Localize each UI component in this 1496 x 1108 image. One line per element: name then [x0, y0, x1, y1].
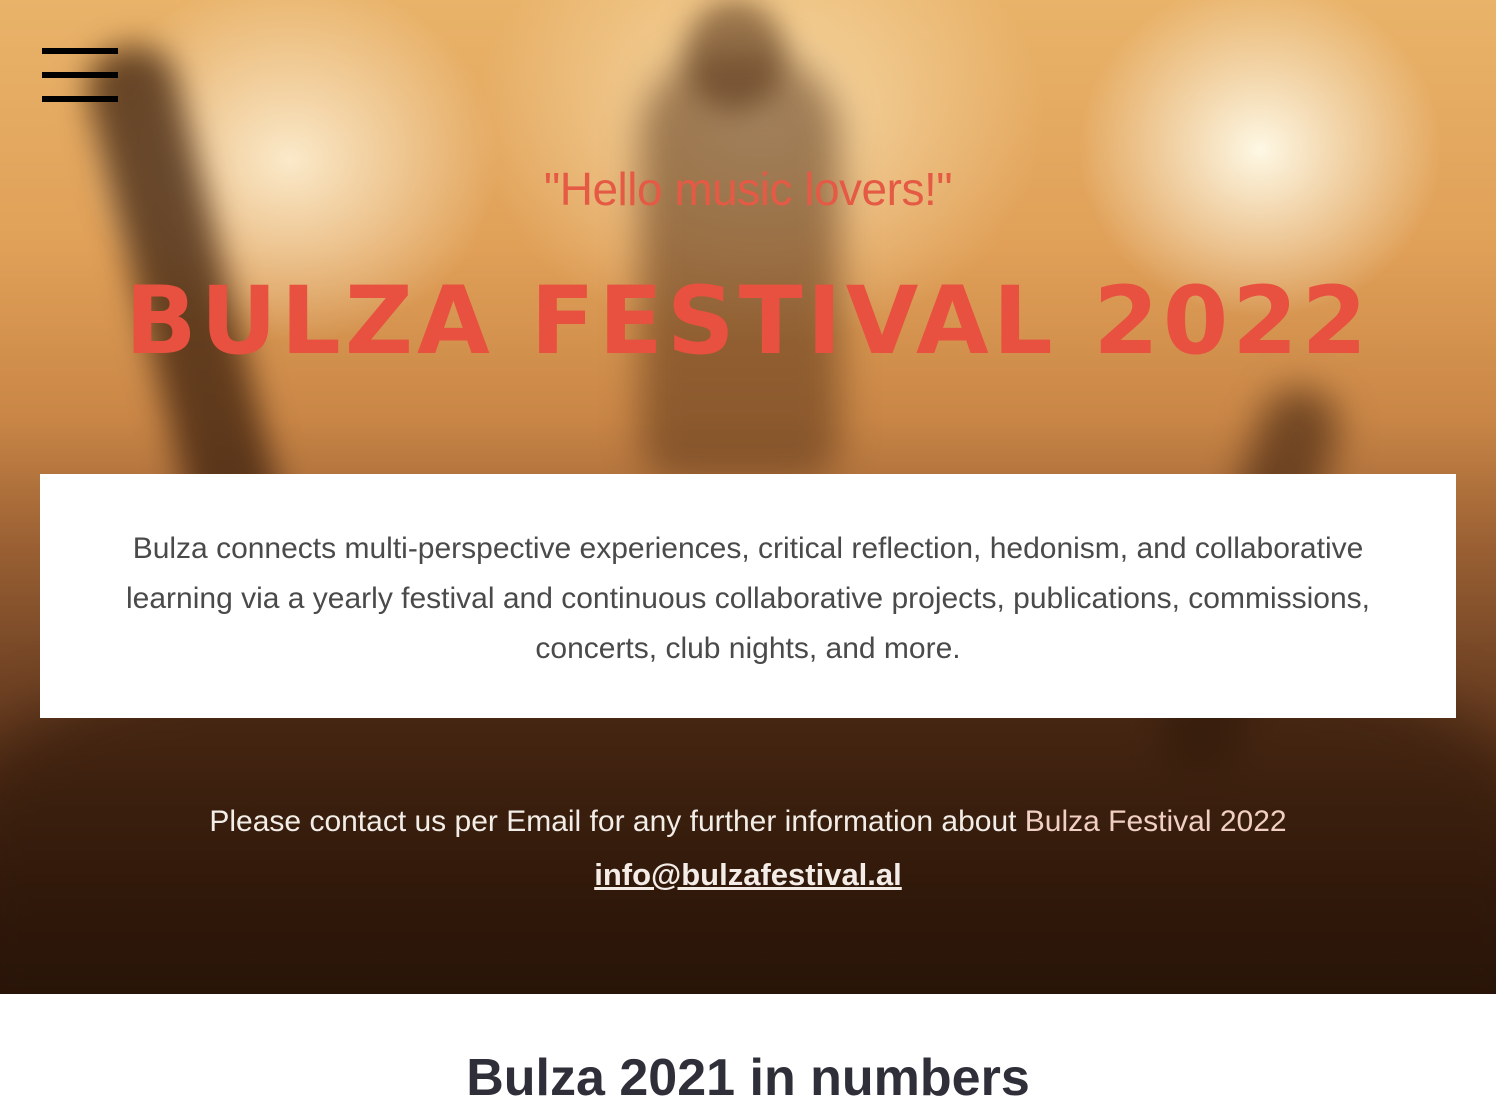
contact-text-highlight: Bulza Festival 2022 [1024, 805, 1287, 838]
contact-text: Please contact us per Email for any furt… [0, 800, 1496, 844]
hero-tagline: "Hello music lovers!" [543, 163, 953, 215]
section-heading: Bulza 2021 in numbers [466, 1049, 1030, 1107]
about-text: Bulza connects multi-perspective experie… [126, 532, 1370, 665]
hamburger-menu-icon[interactable] [42, 48, 118, 106]
email-link[interactable]: info@bulzafestival.al [594, 857, 902, 892]
hero-section: "Hello music lovers!" BULZA FESTIVAL 202… [0, 0, 1496, 994]
contact-text-main: Please contact us per Email for any furt… [209, 805, 1025, 838]
about-box: Bulza connects multi-perspective experie… [40, 474, 1456, 718]
contact-email: info@bulzafestival.al [0, 852, 1496, 898]
page-title: BULZA FESTIVAL 2022 [124, 267, 1372, 376]
